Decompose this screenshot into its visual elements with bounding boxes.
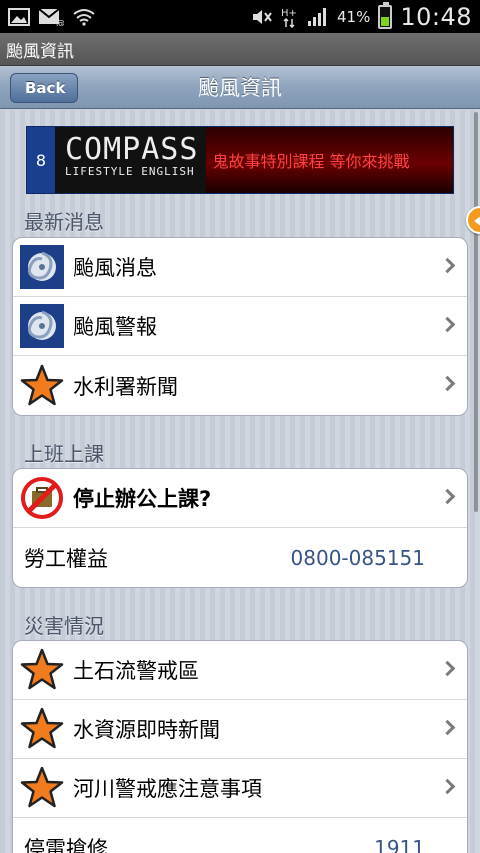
mail-icon: @ xyxy=(38,7,64,26)
svg-text:H+: H+ xyxy=(281,8,297,19)
star-icon xyxy=(20,648,64,692)
chevron-right-icon xyxy=(439,660,456,677)
list-item-debris-flow-alert[interactable]: 土石流警戒區 xyxy=(13,641,467,700)
group-latest-news: 颱風消息 颱風警報 水利署新聞 xyxy=(12,237,468,416)
signal-icon xyxy=(307,7,329,27)
hplus-data-icon: H+ xyxy=(281,6,299,28)
star-icon xyxy=(20,364,64,408)
typhoon-satellite-icon xyxy=(20,304,64,348)
list-item-label: 勞工權益 xyxy=(24,546,108,571)
list-item-label: 颱風消息 xyxy=(73,256,157,280)
banner-badge: 8 xyxy=(27,127,55,193)
page-title: 颱風資訊 xyxy=(198,76,282,100)
clock: 10:48 xyxy=(400,2,472,31)
group-disaster-status: 土石流警戒區 水資源即時新聞 河川警戒應注意事項 停電搶修 1911 xyxy=(12,640,468,853)
list-item-office-school-closure[interactable]: 停止辦公上課? xyxy=(13,469,467,528)
list-item-power-repair[interactable]: 停電搶修 1911 xyxy=(13,818,467,853)
no-work-icon xyxy=(20,476,64,520)
battery-percent: 41% xyxy=(336,7,371,26)
wifi-icon xyxy=(72,8,96,26)
list-item-river-alert-notes[interactable]: 河川警戒應注意事項 xyxy=(13,759,467,818)
list-item-typhoon-news[interactable]: 颱風消息 xyxy=(13,238,467,297)
status-bar: @ H+ 41% 10:48 xyxy=(0,0,480,33)
svg-text:@: @ xyxy=(56,19,64,26)
banner-slogan: 鬼故事特別課程 等你來挑戰 xyxy=(206,127,453,193)
battery-icon xyxy=(378,1,393,29)
section-header-disaster-status: 災害情況 xyxy=(24,614,104,638)
navigation-bar: Back 颱風資訊 xyxy=(0,66,480,109)
back-button[interactable]: Back xyxy=(10,73,79,103)
phone-number[interactable]: 0800-085151 xyxy=(291,546,425,570)
list-item-label: 颱風警報 xyxy=(73,315,157,339)
banner-brand-name: COMPASS xyxy=(65,132,199,167)
list-item-label: 土石流警戒區 xyxy=(73,659,199,683)
content-scroll-area[interactable]: 8 COMPASS LIFESTYLE ENGLISH 鬼故事特別課程 等你來挑… xyxy=(0,110,480,853)
list-item-label: 停止辦公上課? xyxy=(73,487,212,511)
list-item-water-resources-news[interactable]: 水利署新聞 xyxy=(13,356,467,415)
banner-brand: COMPASS LIFESTYLE ENGLISH xyxy=(55,127,198,193)
ad-banner[interactable]: 8 COMPASS LIFESTYLE ENGLISH 鬼故事特別課程 等你來挑… xyxy=(26,126,454,194)
typhoon-satellite-icon xyxy=(20,245,64,289)
list-item-label: 水利署新聞 xyxy=(73,374,178,399)
banner-brand-sub: LIFESTYLE ENGLISH xyxy=(65,165,195,178)
list-item-water-realtime-news[interactable]: 水資源即時新聞 xyxy=(13,700,467,759)
app-title: 颱風資訊 xyxy=(6,41,74,62)
section-header-work-school: 上班上課 xyxy=(24,442,104,466)
section-header-latest-news: 最新消息 xyxy=(24,210,104,234)
group-work-school: 停止辦公上課? 勞工權益 0800-085151 xyxy=(12,468,468,588)
chevron-right-icon xyxy=(439,257,456,274)
chevron-right-icon xyxy=(439,316,456,333)
list-item-label: 河川警戒應注意事項 xyxy=(73,777,262,801)
list-item-label: 水資源即時新聞 xyxy=(73,718,220,742)
chevron-right-icon xyxy=(439,719,456,736)
list-item-typhoon-alert[interactable]: 颱風警報 xyxy=(13,297,467,356)
phone-number[interactable]: 1911 xyxy=(374,836,425,853)
list-item-label: 停電搶修 xyxy=(24,836,108,853)
app-title-bar: 颱風資訊 xyxy=(0,33,480,66)
chevron-right-icon xyxy=(439,488,456,505)
scrollbar[interactable] xyxy=(474,112,478,512)
gallery-icon xyxy=(8,7,30,26)
list-item-labor-rights[interactable]: 勞工權益 0800-085151 xyxy=(13,528,467,587)
star-icon xyxy=(20,766,64,810)
back-button-label: Back xyxy=(25,79,66,97)
mute-icon xyxy=(251,8,273,26)
chevron-right-icon xyxy=(439,778,456,795)
star-icon xyxy=(20,707,64,751)
chevron-right-icon xyxy=(439,375,456,392)
